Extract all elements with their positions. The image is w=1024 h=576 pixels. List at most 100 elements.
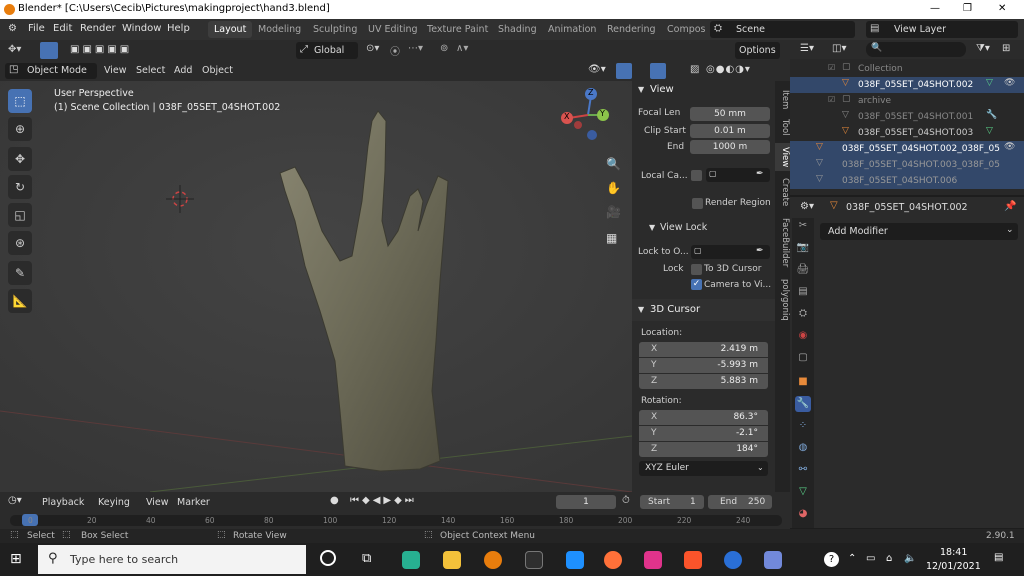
current-frame-field[interactable]: 1 <box>556 495 616 509</box>
tab-uv-editing[interactable]: UV Editing <box>362 21 424 38</box>
render-region-checkbox[interactable] <box>692 198 703 209</box>
display-mode-icon[interactable]: ◫▾ <box>832 43 846 54</box>
clock-time[interactable]: 18:41 <box>940 547 967 558</box>
tab-item[interactable]: Item <box>775 87 790 113</box>
tab-sculpting[interactable]: Sculpting <box>307 21 363 38</box>
cursor-location-x[interactable]: X 2.419 m <box>639 342 768 357</box>
output-icon[interactable]: 🖨 <box>795 262 811 278</box>
gizmo-x-label[interactable]: X <box>564 112 569 121</box>
tab-tool[interactable]: Tool <box>775 115 790 139</box>
timeline-menu-keying[interactable]: Keying <box>98 497 130 508</box>
visibility-eye-icon[interactable]: 👁 <box>1004 78 1015 88</box>
to-3d-cursor-checkbox[interactable] <box>691 264 702 275</box>
app-icon[interactable] <box>525 551 543 569</box>
physics-icon[interactable]: ◍ <box>795 440 811 456</box>
network-icon[interactable]: ⌂ <box>886 553 892 564</box>
cortana-icon[interactable] <box>320 550 336 566</box>
editor-type-icon[interactable]: ✥▾ <box>8 44 21 55</box>
outliner-search-input[interactable]: 🔍 <box>866 42 966 57</box>
world-icon[interactable]: ◉ <box>795 328 811 344</box>
cursor-location-z[interactable]: Z 5.883 m <box>639 374 768 389</box>
cursor-rotation-z[interactable]: Z 184° <box>639 442 768 457</box>
outliner-row-archive[interactable]: ☑ ▢ archive <box>790 93 1024 109</box>
options-dropdown[interactable]: Options <box>735 42 780 59</box>
proportional-icon[interactable]: ⊚ <box>440 43 448 54</box>
menu-file[interactable]: File <box>28 23 45 34</box>
material-icon[interactable]: ◕ <box>795 506 811 522</box>
add-modifier-dropdown[interactable]: Add Modifier ⌄ <box>820 223 1018 240</box>
timeline-menu-view[interactable]: View <box>146 497 169 508</box>
outliner-row-object[interactable]: ▽ 038F_05SET_04SHOT.003 ▽ <box>790 125 1024 141</box>
new-collection-icon[interactable]: ⊞ <box>1002 43 1010 54</box>
outliner-row-object[interactable]: ▽ 038F_05SET_04SHOT.003_038F_05SE <box>790 157 1024 173</box>
app-icon[interactable] <box>566 551 584 569</box>
3d-viewport[interactable]: Z Y X User Perspective (1) Scene Collect… <box>0 81 632 492</box>
visibility-icon[interactable]: 👁▾ <box>588 64 606 75</box>
cursor-panel-chevron-icon[interactable]: ▼ <box>638 305 644 314</box>
cursor-location-y[interactable]: Y -5.993 m <box>639 358 768 373</box>
tab-animation[interactable]: Animation <box>542 21 602 38</box>
tab-view[interactable]: View <box>775 143 790 171</box>
outliner-row-object[interactable]: ▽ 038F_05SET_04SHOT.002_038F_05SE 👁 <box>790 141 1024 157</box>
view-panel-chevron-icon[interactable]: ▼ <box>638 85 644 94</box>
notifications-icon[interactable]: ▤ <box>994 552 1003 563</box>
focal-len-field[interactable]: 50 mm <box>690 107 770 121</box>
outliner-row-object[interactable]: ▽ 038F_05SET_04SHOT.006 <box>790 173 1024 189</box>
scene-icon[interactable]: ⛭ <box>795 306 811 322</box>
constraints-icon[interactable]: ⚯ <box>795 462 811 478</box>
render-icon[interactable]: 📷 <box>795 240 811 256</box>
tab-shading[interactable]: Shading <box>492 21 543 38</box>
tab-modeling[interactable]: Modeling <box>252 21 307 38</box>
rotate-tool[interactable]: ↻ <box>8 175 32 199</box>
tab-layout[interactable]: Layout <box>208 21 253 38</box>
orientation-dropdown[interactable]: ⤢ Global <box>296 42 358 59</box>
menu-render[interactable]: Render <box>80 23 116 34</box>
start-frame-field[interactable]: Start 1 <box>640 495 704 509</box>
rotation-mode-dropdown[interactable]: XYZ Euler ⌄ <box>639 461 768 476</box>
volume-icon[interactable]: 🔈 <box>904 553 916 564</box>
gizmo-z-label[interactable]: Z <box>588 88 593 97</box>
view-lock-header[interactable]: View Lock <box>660 222 707 233</box>
app-icon[interactable] <box>644 551 662 569</box>
xray-icon[interactable]: ▨ <box>690 64 699 75</box>
menu-help[interactable]: Help <box>167 23 190 34</box>
local-camera-checkbox[interactable] <box>691 170 702 181</box>
firefox-icon[interactable] <box>604 551 622 569</box>
gizmo-y-label[interactable]: Y <box>600 109 605 118</box>
view-layer-icon[interactable]: ▤ <box>795 284 811 300</box>
select-tool-icon[interactable] <box>40 42 58 59</box>
snap-target-icon[interactable]: ⋯▾ <box>408 43 423 54</box>
cursor-panel-header[interactable]: 3D Cursor <box>650 304 700 315</box>
record-icon[interactable]: ● <box>330 495 339 506</box>
blender-taskbar-icon[interactable] <box>484 551 502 569</box>
tab-facebuilder[interactable]: FaceBuilder <box>775 213 790 273</box>
close-button[interactable]: ✕ <box>998 3 1006 14</box>
tab-compositing[interactable]: Compos <box>661 21 712 38</box>
menu-edit[interactable]: Edit <box>53 23 72 34</box>
ortho-grid-icon[interactable]: ▦ <box>606 231 617 245</box>
select-box-tool[interactable]: ⬚ <box>8 89 32 113</box>
tab-texture-paint[interactable]: Texture Paint <box>421 21 494 38</box>
shading-modes-icons[interactable]: ◎●◐◑▾ <box>706 64 751 75</box>
filter-icon[interactable]: ⧩▾ <box>976 43 990 54</box>
scale-tool[interactable]: ◱ <box>8 203 32 227</box>
mesh-data-icon[interactable]: ▽ <box>795 484 811 500</box>
clock-date[interactable]: 12/01/2021 <box>926 561 981 572</box>
clip-end-field[interactable]: 1000 m <box>690 140 770 154</box>
particles-icon[interactable]: ⁘ <box>795 418 811 434</box>
object-icon[interactable]: ■ <box>795 374 811 390</box>
outliner-row-object[interactable]: ▽ 038F_05SET_04SHOT.002 ▽ 👁 <box>790 77 1024 93</box>
outliner-editor-icon[interactable]: ☰▾ <box>800 43 814 54</box>
tray-chevron-icon[interactable]: ⌃ <box>848 553 856 564</box>
timeline-menu-marker[interactable]: Marker <box>177 497 210 508</box>
task-view-icon[interactable]: ⧉ <box>362 551 371 566</box>
tab-polygoniq[interactable]: polygoniq <box>775 277 790 323</box>
scene-selector[interactable]: ⛭ Scene <box>710 21 855 38</box>
camera-to-view-checkbox[interactable]: ✓ <box>691 279 702 290</box>
end-frame-field[interactable]: End 250 <box>708 495 772 509</box>
pan-hand-icon[interactable]: ✋ <box>606 181 621 195</box>
gizmo-toggle-icon[interactable] <box>616 63 632 79</box>
app-icon[interactable] <box>402 551 420 569</box>
modifier-wrench-icon[interactable]: 🔧 <box>795 396 811 412</box>
properties-editor-icon[interactable]: ⚙▾ <box>800 201 814 212</box>
